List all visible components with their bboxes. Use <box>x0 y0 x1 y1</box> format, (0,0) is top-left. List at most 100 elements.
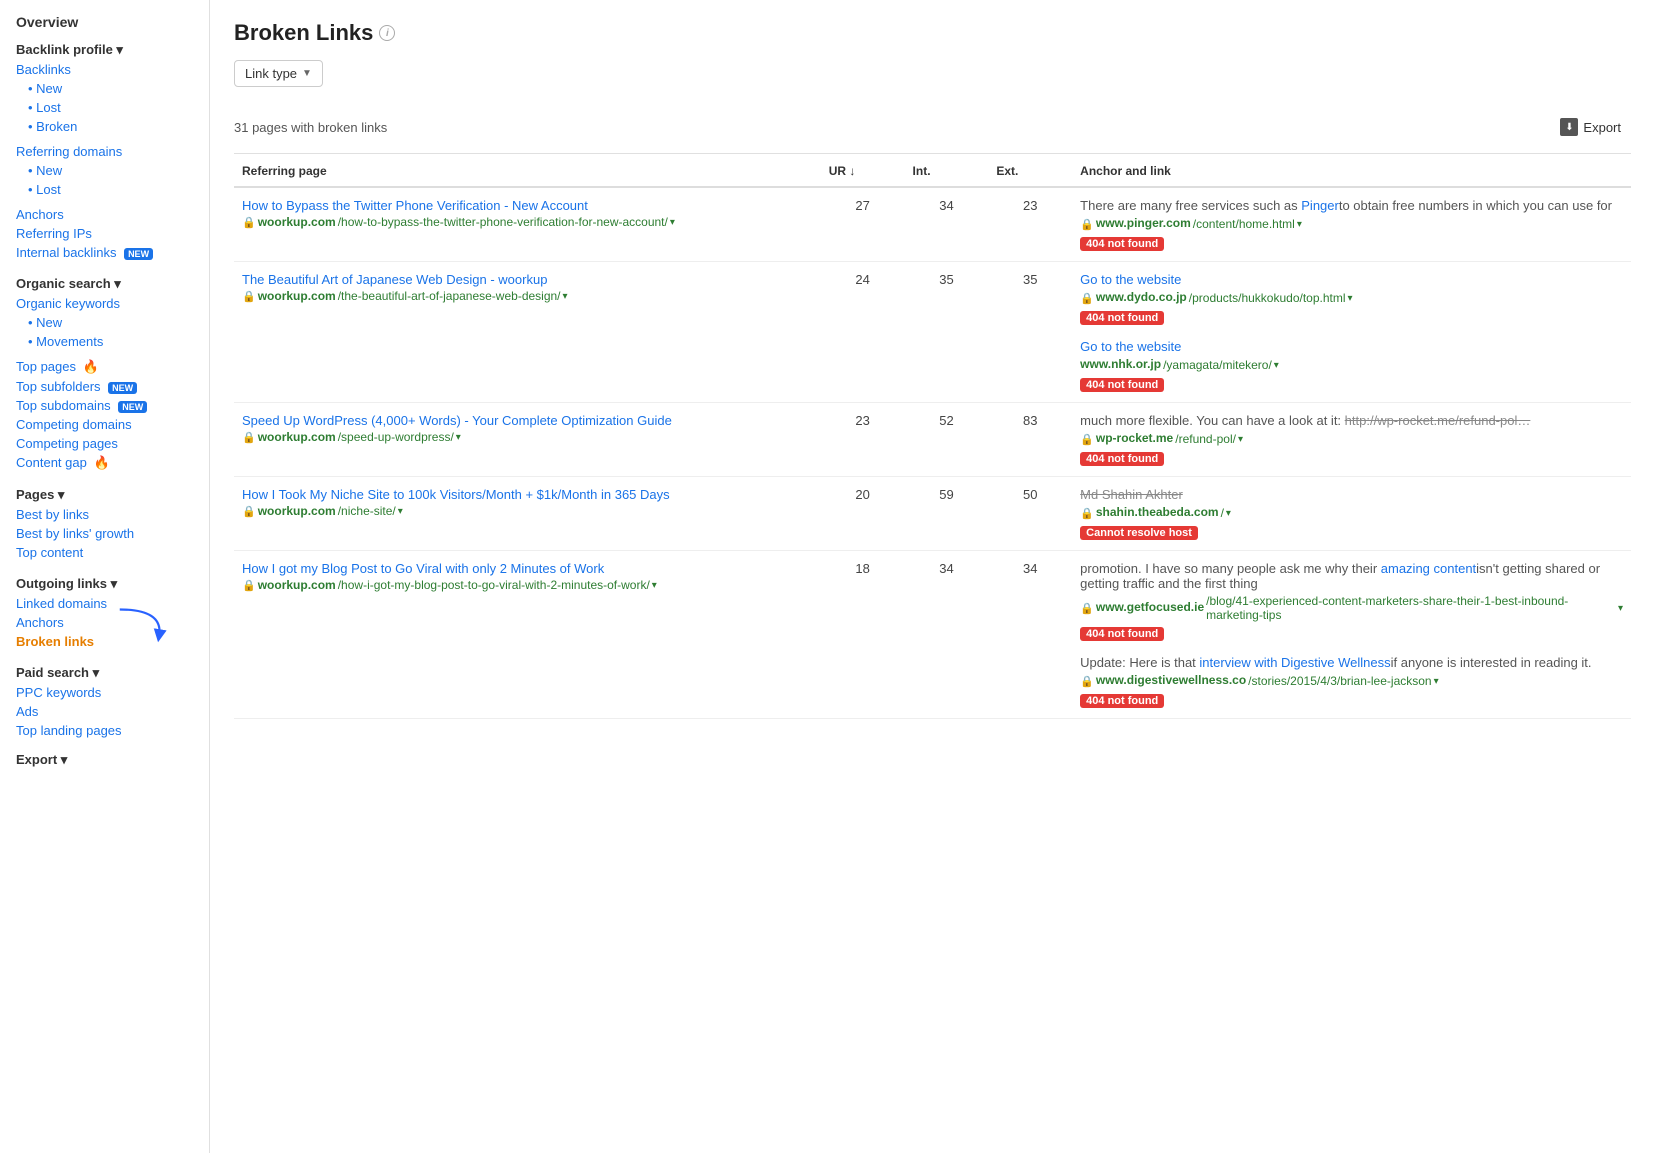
sidebar-organic-keywords-movements[interactable]: Movements <box>16 332 209 351</box>
anchor-link-0-0[interactable]: Pinger <box>1301 198 1339 213</box>
int-cell-1: 35 <box>905 262 989 403</box>
fire-icon-content-gap: 🔥 <box>93 455 109 470</box>
sidebar-top-subfolders[interactable]: Top subfolders NEW <box>16 377 209 396</box>
url-path: /how-i-got-my-blog-post-to-go-viral-with… <box>338 578 650 592</box>
anchor-link-1-0[interactable]: Go to the website <box>1080 272 1181 287</box>
broken-path-1-0: /products/hukkokudo/top.html <box>1189 291 1346 305</box>
broken-links-table: Referring page UR ↓ Int. Ext. Anchor and… <box>234 154 1631 719</box>
broken-domain-3-0[interactable]: shahin.theabeda.com <box>1096 505 1219 519</box>
anchor-link-4-0[interactable]: amazing content <box>1381 561 1476 576</box>
broken-domain-0-0[interactable]: www.pinger.com <box>1096 216 1191 230</box>
broken-domain-4-0[interactable]: www.getfocused.ie <box>1096 600 1204 614</box>
url-path: /how-to-bypass-the-twitter-phone-verific… <box>338 215 668 229</box>
sidebar-best-by-links[interactable]: Best by links <box>16 505 209 524</box>
broken-caret: ▾ <box>1348 293 1353 304</box>
anchor-cell-0: There are many free services such as Pin… <box>1072 187 1631 262</box>
sidebar-best-by-links-growth[interactable]: Best by links' growth <box>16 524 209 543</box>
export-button[interactable]: ⬇ Export <box>1550 113 1631 141</box>
anchor-block-3-0: Md Shahin Akhter🔒shahin.theabeda.com/ ▾C… <box>1080 487 1623 540</box>
sidebar-backlinks-lost[interactable]: Lost <box>16 98 209 117</box>
sidebar-linked-domains[interactable]: Linked domains <box>16 594 209 613</box>
link-type-dropdown[interactable]: Link type ▼ <box>234 60 323 87</box>
broken-path-0-0: /content/home.html <box>1193 217 1295 231</box>
page-link-0[interactable]: How to Bypass the Twitter Phone Verifica… <box>242 198 813 213</box>
error-badge-span: 404 not found <box>1080 237 1164 251</box>
export-label: Export <box>1583 120 1621 135</box>
sidebar-ppc-keywords[interactable]: PPC keywords <box>16 683 209 702</box>
anchor-cell-4: promotion. I have so many people ask me … <box>1072 551 1631 719</box>
url-caret: ▾ <box>398 506 403 517</box>
page-link-2[interactable]: Speed Up WordPress (4,000+ Words) - Your… <box>242 413 813 428</box>
col-header-referring-page[interactable]: Referring page <box>234 154 821 187</box>
anchor-text-4-1: Update: Here is that interview with Dige… <box>1080 655 1623 670</box>
broken-url-1-0: 🔒www.dydo.co.jp/products/hukkokudo/top.h… <box>1080 290 1623 306</box>
sidebar-top-pages[interactable]: Top pages 🔥 <box>16 357 209 377</box>
sidebar-pages-label: Pages ▾ <box>16 481 209 505</box>
url-caret: ▾ <box>670 217 675 228</box>
link-type-label: Link type <box>245 66 297 81</box>
broken-domain-1-0[interactable]: www.dydo.co.jp <box>1096 290 1187 304</box>
anchor-text-0-0: There are many free services such as Pin… <box>1080 198 1623 213</box>
cannot-badge: Cannot resolve host <box>1080 526 1198 540</box>
page-link-4[interactable]: How I got my Blog Post to Go Viral with … <box>242 561 813 576</box>
sidebar-anchors2[interactable]: Anchors <box>16 613 209 632</box>
sidebar-content-gap[interactable]: Content gap 🔥 <box>16 453 209 473</box>
broken-path-2-0: /refund-pol/ <box>1175 432 1236 446</box>
anchor-block-4-1: Update: Here is that interview with Dige… <box>1080 655 1623 708</box>
sidebar-organic-keywords-new[interactable]: New <box>16 313 209 332</box>
anchor-cell-3: Md Shahin Akhter🔒shahin.theabeda.com/ ▾C… <box>1072 477 1631 551</box>
sidebar-referring-domains-lost[interactable]: Lost <box>16 180 209 199</box>
sidebar-top-content[interactable]: Top content <box>16 543 209 562</box>
sidebar-export[interactable]: Export ▾ <box>16 750 209 770</box>
lock-icon: 🔒 <box>242 290 256 303</box>
anchor-block-4-0: promotion. I have so many people ask me … <box>1080 561 1623 641</box>
sidebar-competing-domains[interactable]: Competing domains <box>16 415 209 434</box>
col-header-ur[interactable]: UR ↓ <box>821 154 905 187</box>
page-cell-0: How to Bypass the Twitter Phone Verifica… <box>234 187 821 262</box>
ur-cell-0: 27 <box>821 187 905 262</box>
summary-bar: 31 pages with broken links ⬇ Export <box>234 103 1631 154</box>
sidebar-ads[interactable]: Ads <box>16 702 209 721</box>
page-url-0: 🔒woorkup.com/how-to-bypass-the-twitter-p… <box>242 215 813 229</box>
sidebar-backlinks-new[interactable]: New <box>16 79 209 98</box>
ext-cell-4: 34 <box>988 551 1072 719</box>
sidebar-internal-backlinks[interactable]: Internal backlinks NEW <box>16 243 209 262</box>
sidebar-organic-keywords[interactable]: Organic keywords <box>16 294 209 313</box>
page-cell-4: How I got my Blog Post to Go Viral with … <box>234 551 821 719</box>
sidebar-top-landing-pages[interactable]: Top landing pages <box>16 721 209 740</box>
sidebar-referring-domains[interactable]: Referring domains <box>16 142 209 161</box>
sidebar-referring-domains-new[interactable]: New <box>16 161 209 180</box>
table-row: Speed Up WordPress (4,000+ Words) - Your… <box>234 403 1631 477</box>
sidebar-anchors[interactable]: Anchors <box>16 205 209 224</box>
anchor-link-4-1[interactable]: interview with Digestive Wellness <box>1199 655 1390 670</box>
url-path: /niche-site/ <box>338 504 396 518</box>
error-badge-1-0: 404 not found <box>1080 308 1623 325</box>
broken-domain-2-0[interactable]: wp-rocket.me <box>1096 431 1173 445</box>
page-url-3: 🔒woorkup.com/niche-site/▾ <box>242 504 813 518</box>
sidebar-broken-links[interactable]: Broken links <box>16 632 209 651</box>
sidebar-competing-pages[interactable]: Competing pages <box>16 434 209 453</box>
broken-domain-1-1[interactable]: www.nhk.or.jp <box>1080 357 1161 371</box>
url-path: /the-beautiful-art-of-japanese-web-desig… <box>338 289 561 303</box>
table-row: How I Took My Niche Site to 100k Visitor… <box>234 477 1631 551</box>
sidebar-backlinks[interactable]: Backlinks <box>16 60 209 79</box>
error-badge-span: 404 not found <box>1080 378 1164 392</box>
sidebar-overview[interactable]: Overview <box>16 12 209 32</box>
anchor-block-1-1: Go to the websitewww.nhk.or.jp/yamagata/… <box>1080 339 1623 392</box>
broken-url-2-0: 🔒wp-rocket.me/refund-pol/ ▾ <box>1080 431 1623 447</box>
ur-cell-3: 20 <box>821 477 905 551</box>
sidebar-top-subdomains[interactable]: Top subdomains NEW <box>16 396 209 415</box>
sidebar-backlinks-broken[interactable]: Broken <box>16 117 209 136</box>
col-header-ext: Ext. <box>988 154 1072 187</box>
sidebar-paid-search-label: Paid search ▾ <box>16 659 209 683</box>
sidebar-referring-ips[interactable]: Referring IPs <box>16 224 209 243</box>
broken-domain-4-1[interactable]: www.digestivewellness.co <box>1096 673 1246 687</box>
page-link-1[interactable]: The Beautiful Art of Japanese Web Design… <box>242 272 813 287</box>
table-row: How I got my Blog Post to Go Viral with … <box>234 551 1631 719</box>
broken-url-4-0: 🔒www.getfocused.ie/blog/41-experienced-c… <box>1080 594 1623 622</box>
anchor-link-1-1[interactable]: Go to the website <box>1080 339 1181 354</box>
page-link-3[interactable]: How I Took My Niche Site to 100k Visitor… <box>242 487 813 502</box>
info-icon[interactable]: i <box>379 25 395 41</box>
anchor-block-1-0: Go to the website 🔒www.dydo.co.jp/product… <box>1080 272 1623 325</box>
broken-path-3-0: / <box>1221 506 1224 520</box>
